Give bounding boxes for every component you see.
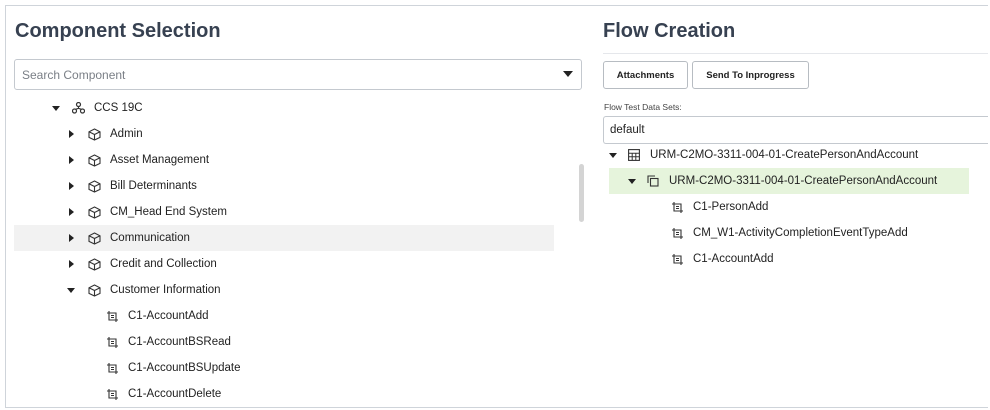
component-selection-title: Component Selection: [15, 20, 221, 42]
tree-node-group[interactable]: Credit and Collection: [69, 251, 217, 277]
collapsed-arrow-icon[interactable]: [69, 130, 74, 138]
flow-test-data-set-field[interactable]: default: [603, 116, 988, 144]
collapsed-arrow-icon[interactable]: [69, 182, 74, 190]
tree-node-label: CCS 19C: [94, 102, 143, 114]
tree-node-group[interactable]: Admin: [69, 121, 143, 147]
tree-node-group[interactable]: Bill Determinants: [69, 173, 197, 199]
expand-arrow-icon[interactable]: [628, 178, 636, 184]
flow-step-label: CM_W1-ActivityCompletionEventTypeAdd: [693, 227, 908, 239]
component-icon: [105, 309, 119, 323]
flow-step[interactable]: C1-AccountAdd: [670, 246, 774, 272]
component-selection-panel: Component Selection CCS 19C Admin Asset …: [6, 6, 586, 407]
tree-node-label: C1-AccountBSRead: [128, 336, 231, 348]
cube-icon: [87, 205, 101, 219]
send-to-inprogress-button[interactable]: Send To Inprogress: [692, 61, 809, 89]
collapsed-arrow-icon[interactable]: [69, 208, 74, 216]
component-icon: [105, 387, 119, 401]
search-component-dropdown[interactable]: [14, 59, 582, 90]
search-component-input[interactable]: [15, 60, 545, 89]
cube-icon: [87, 257, 101, 271]
component-icon: [670, 226, 684, 240]
tree-leaf-component[interactable]: C1-AccountAdd: [105, 303, 209, 329]
tree-node-label: Credit and Collection: [110, 258, 217, 270]
component-icon: [105, 335, 119, 349]
tree-node-group[interactable]: CM_Head End System: [69, 199, 227, 225]
flow-creation-panel: Flow Creation Attachments Send To Inprog…: [596, 6, 988, 407]
flow-creation-title: Flow Creation: [603, 20, 736, 42]
tree-node-label: C1-AccountBSUpdate: [128, 362, 241, 374]
flow-test-data-sets-label: Flow Test Data Sets:: [604, 102, 682, 112]
data-set-value: default: [610, 124, 645, 136]
grid-icon: [627, 148, 641, 162]
cube-icon: [87, 127, 101, 141]
flow-root-node[interactable]: URM-C2MO-3311-004-01-CreatePersonAndAcco…: [609, 142, 918, 168]
chevron-down-icon[interactable]: [563, 71, 573, 77]
title-divider: [603, 53, 988, 54]
tree-node-label: C1-AccountAdd: [128, 310, 209, 322]
component-icon: [105, 361, 119, 375]
cube-icon: [87, 283, 101, 297]
app-frame: Component Selection CCS 19C Admin Asset …: [5, 5, 988, 408]
cube-icon: [87, 153, 101, 167]
tree-node-label: Communication: [110, 232, 190, 244]
tree-node-label: Customer Information: [110, 284, 221, 296]
attachments-button[interactable]: Attachments: [603, 61, 688, 89]
collapsed-arrow-icon[interactable]: [69, 260, 74, 268]
tree-node-label: CM_Head End System: [110, 206, 227, 218]
flow-child-node-selected[interactable]: URM-C2MO-3311-004-01-CreatePersonAndAcco…: [609, 168, 969, 194]
collapsed-arrow-icon[interactable]: [69, 234, 74, 242]
tree-scrollbar[interactable]: [579, 164, 584, 222]
tree-node-label: Bill Determinants: [110, 180, 197, 192]
flow-step-label: C1-PersonAdd: [693, 201, 769, 213]
component-icon: [670, 252, 684, 266]
expand-arrow-icon[interactable]: [67, 287, 75, 293]
tree-leaf-component[interactable]: C1-AccountBSUpdate: [105, 355, 241, 381]
flow-step[interactable]: C1-PersonAdd: [670, 194, 768, 220]
flow-step[interactable]: CM_W1-ActivityCompletionEventTypeAdd: [670, 220, 908, 246]
cube-icon: [87, 231, 101, 245]
tree-node-label: Asset Management: [110, 154, 210, 166]
expand-arrow-icon[interactable]: [52, 105, 60, 111]
tree-leaf-component[interactable]: C1-AccountBSRead: [105, 329, 231, 355]
copy-icon: [646, 174, 660, 188]
flow-step-label: C1-AccountAdd: [693, 253, 774, 265]
tree-leaf-component[interactable]: C1-AccountDelete: [105, 381, 221, 407]
tree-node-root[interactable]: CCS 19C: [52, 95, 143, 121]
expand-arrow-icon[interactable]: [609, 152, 617, 158]
flow-node-label: URM-C2MO-3311-004-01-CreatePersonAndAcco…: [669, 175, 938, 187]
network-icon: [71, 101, 85, 115]
component-icon: [670, 200, 684, 214]
collapsed-arrow-icon[interactable]: [69, 156, 74, 164]
tree-node-label: Admin: [110, 128, 143, 140]
tree-node-group[interactable]: Asset Management: [69, 147, 209, 173]
tree-node-label: C1-AccountDelete: [128, 388, 222, 400]
cube-icon: [87, 179, 101, 193]
flow-node-label: URM-C2MO-3311-004-01-CreatePersonAndAcco…: [650, 149, 919, 161]
tree-node-group-expanded[interactable]: Customer Information: [67, 277, 221, 303]
tree-node-group-hovered[interactable]: Communication: [14, 225, 554, 251]
